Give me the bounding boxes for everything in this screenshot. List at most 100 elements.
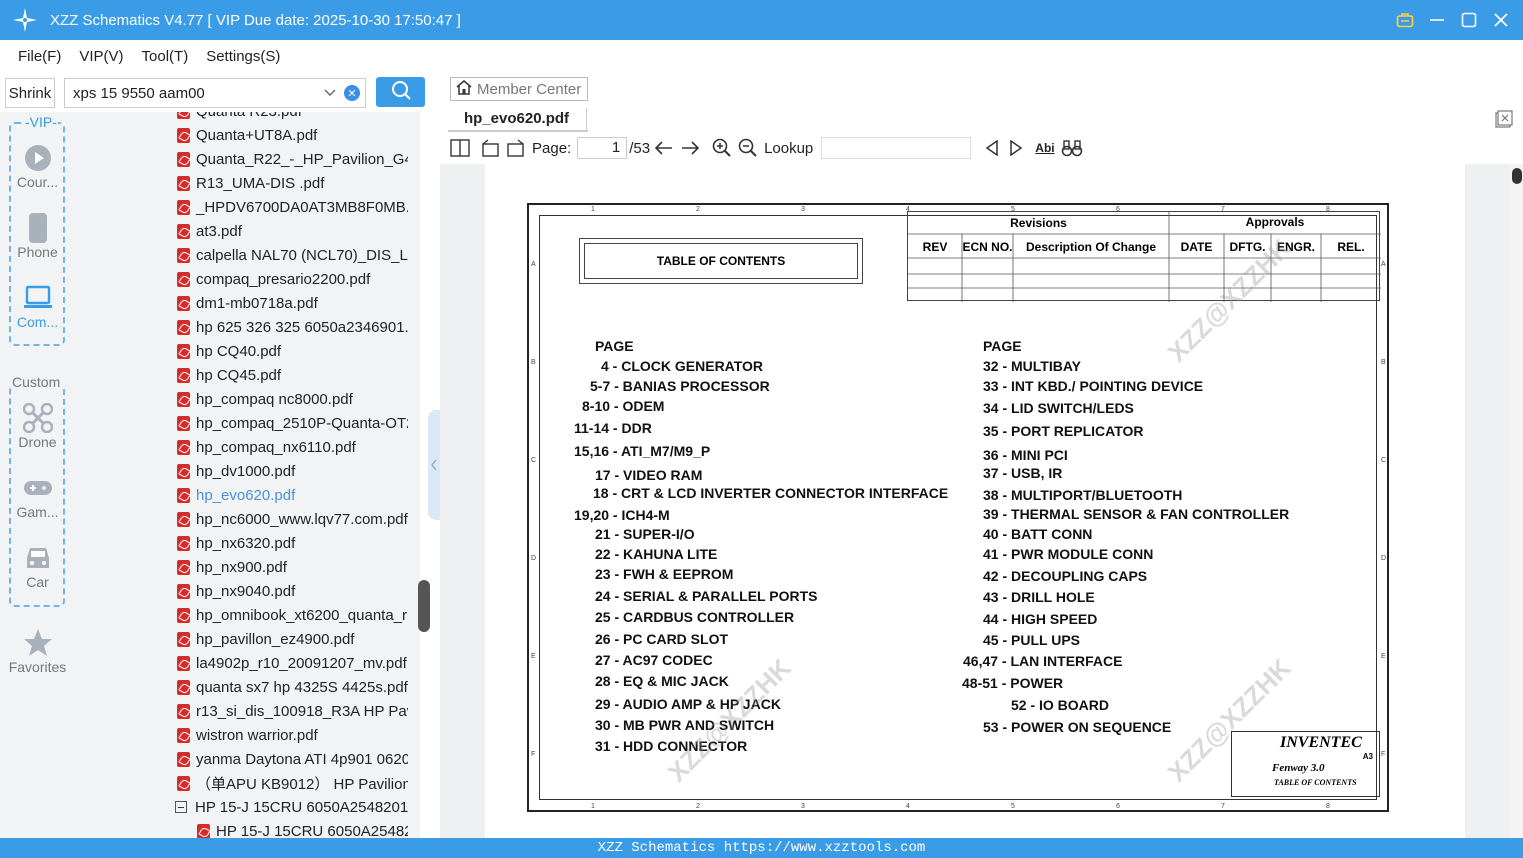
category-car[interactable]: Car xyxy=(0,544,75,590)
split-view-icon[interactable] xyxy=(450,139,470,157)
file-item[interactable]: hp_compaq_2510P-Quanta-OT2 xyxy=(177,411,408,435)
viewer-scrollbar-track[interactable] xyxy=(1510,164,1523,838)
category-computer[interactable]: Com... xyxy=(0,284,75,330)
file-item[interactable]: Quanta+UT8A.pdf xyxy=(177,123,317,147)
toc-entry: 27 - AC97 CODEC xyxy=(595,652,713,668)
file-item[interactable]: Quanta_R22_-_HP_Pavilion_G4_( xyxy=(177,147,408,171)
file-item[interactable]: hp_evo620.pdf xyxy=(177,483,295,507)
zoom-in-icon[interactable] xyxy=(712,138,732,158)
project-name: Fenway 3.0 xyxy=(1272,762,1325,774)
menu-file[interactable]: File(F) xyxy=(18,48,61,65)
file-item[interactable]: （单APU KB9012） HP Pavilion xyxy=(177,771,408,795)
toc-entry: 45 - PULL UPS xyxy=(983,632,1080,648)
category-games[interactable]: Gam... xyxy=(0,474,75,520)
file-item[interactable]: hp_compaq_nx6110.pdf xyxy=(177,435,356,459)
file-item[interactable]: hp CQ40.pdf xyxy=(177,339,281,363)
collapse-folder-icon[interactable] xyxy=(175,801,187,813)
pdf-file-icon xyxy=(177,343,190,359)
lookup-input[interactable] xyxy=(821,137,972,159)
pdf-file-icon xyxy=(177,583,190,599)
viewer-scrollbar-thumb[interactable] xyxy=(1512,168,1522,184)
vip-bag-icon[interactable] xyxy=(1395,10,1415,30)
menu-tool[interactable]: Tool(T) xyxy=(142,48,189,65)
file-item[interactable]: hp_nx6320.pdf xyxy=(177,531,295,555)
file-list-scrollbar-thumb[interactable] xyxy=(418,580,430,632)
row-tick: E xyxy=(1381,653,1386,660)
file-item[interactable]: hp CQ45.pdf xyxy=(177,363,281,387)
revision-block: Revisions Approvals REV ECN NO. Descriptio… xyxy=(907,211,1381,302)
shrink-button[interactable]: Shrink xyxy=(5,78,55,108)
file-name: hp_evo620.pdf xyxy=(196,486,296,504)
file-item[interactable]: hp 625 326 325 6050a2346901.p xyxy=(177,315,408,339)
search-button[interactable] xyxy=(376,77,425,107)
category-courses[interactable]: Cour... xyxy=(0,144,75,190)
find-next-icon[interactable] xyxy=(1009,140,1023,156)
file-name: Quanta+UT8A.pdf xyxy=(196,126,318,144)
file-item[interactable]: _HPDV6700DA0AT3MB8F0MB.p xyxy=(177,195,408,219)
maximize-button[interactable] xyxy=(1459,10,1479,30)
file-item[interactable]: hp_omnibook_xt6200_quanta_r xyxy=(177,603,407,627)
match-case-icon[interactable]: Abi xyxy=(1035,141,1054,155)
toc-page-header: PAGE xyxy=(983,338,1022,354)
search-input[interactable]: xps 15 9550 aam00 ✕ xyxy=(64,78,366,108)
file-name: （单APU KB9012） HP Pavilion xyxy=(196,775,408,793)
file-item[interactable]: hp_dv1000.pdf xyxy=(177,459,295,483)
category-label: Phone xyxy=(17,244,58,260)
file-item[interactable]: la4902p_r10_20091207_mv.pdf xyxy=(177,651,407,675)
menu-vip[interactable]: VIP(V) xyxy=(79,48,123,65)
file-item[interactable]: R13_UMA-DIS .pdf xyxy=(177,171,324,195)
file-item[interactable]: hp_pavillon_ez4900.pdf xyxy=(177,627,354,651)
file-name: at3.pdf xyxy=(196,222,242,240)
rotate-right-icon[interactable] xyxy=(506,139,526,157)
find-previous-icon[interactable] xyxy=(985,140,999,156)
pdf-file-icon xyxy=(177,559,190,575)
row-tick: F xyxy=(531,751,536,758)
member-center-button[interactable]: Member Center xyxy=(450,77,588,101)
clear-search-icon[interactable]: ✕ xyxy=(344,85,360,101)
file-item[interactable]: hp_nx900.pdf xyxy=(177,555,287,579)
file-item[interactable]: dm1-mb0718a.pdf xyxy=(177,291,318,315)
file-item[interactable]: at3.pdf xyxy=(177,219,242,243)
file-item[interactable]: hp_nx9040.pdf xyxy=(177,579,295,603)
file-item[interactable]: quanta sx7 hp 4325S 4425s.pdf xyxy=(177,675,408,699)
next-page-icon[interactable] xyxy=(680,140,700,156)
row-tick: B xyxy=(1381,359,1386,366)
category-favorites[interactable]: Favorites xyxy=(0,629,75,675)
file-name: yanma Daytona ATI 4p901 0620 xyxy=(196,750,408,768)
file-list-scrollbar-track[interactable] xyxy=(408,112,420,838)
file-item[interactable]: HP 15-J 15CRU 6050A254820 xyxy=(197,819,408,838)
file-item[interactable]: hp_nc6000_www.lqv77.com.pdf xyxy=(177,507,408,531)
category-drone[interactable]: Drone xyxy=(0,403,75,450)
close-document-icon[interactable] xyxy=(1495,110,1513,128)
page-number-input[interactable]: 1 xyxy=(577,137,628,159)
toc-entry: 19,20 - ICH4-M xyxy=(574,507,670,523)
prev-page-icon[interactable] xyxy=(654,140,674,156)
binoculars-icon[interactable] xyxy=(1061,139,1083,157)
toc-entry: 11-14 - DDR xyxy=(574,420,652,436)
file-item[interactable]: compaq_presario2200.pdf xyxy=(177,267,370,291)
collapse-panel-handle[interactable] xyxy=(428,410,440,520)
category-label: Com... xyxy=(16,314,59,330)
chevron-down-icon[interactable] xyxy=(323,86,337,104)
rotate-left-icon[interactable] xyxy=(480,139,500,157)
folder-item[interactable]: HP 15-J 15CRU 6050A2548201-I xyxy=(175,795,408,819)
toc-entry: 42 - DECOUPLING CAPS xyxy=(983,568,1148,584)
toc-entry: 36 - MINI PCI xyxy=(983,447,1068,463)
file-item[interactable]: yanma Daytona ATI 4p901 0620 xyxy=(177,747,408,771)
row-tick: A xyxy=(1381,261,1386,268)
menu-settings[interactable]: Settings(S) xyxy=(206,48,280,65)
toc-entry: 52 - IO BOARD xyxy=(1011,697,1110,713)
file-item[interactable]: hp_compaq nc8000.pdf xyxy=(177,387,353,411)
title-bar: XZZ Schematics V4.77 [ VIP Due date: 202… xyxy=(0,0,1523,40)
file-item[interactable]: calpella NAL70 (NCL70)_DIS_LA- xyxy=(177,243,408,267)
pdf-file-icon xyxy=(177,703,190,719)
toc-entry: 43 - DRILL HOLE xyxy=(983,589,1095,605)
tab-document[interactable]: hp_evo620.pdf xyxy=(464,110,569,127)
zoom-out-icon[interactable] xyxy=(738,138,758,158)
file-item[interactable]: Quanta R23.pdf xyxy=(177,112,302,123)
minimize-button[interactable] xyxy=(1427,10,1447,30)
file-item[interactable]: r13_si_dis_100918_R3A HP Pavili xyxy=(177,699,408,723)
category-phone[interactable]: Phone xyxy=(0,213,75,260)
close-button[interactable] xyxy=(1491,10,1511,30)
file-item[interactable]: wistron warrior.pdf xyxy=(177,723,318,747)
